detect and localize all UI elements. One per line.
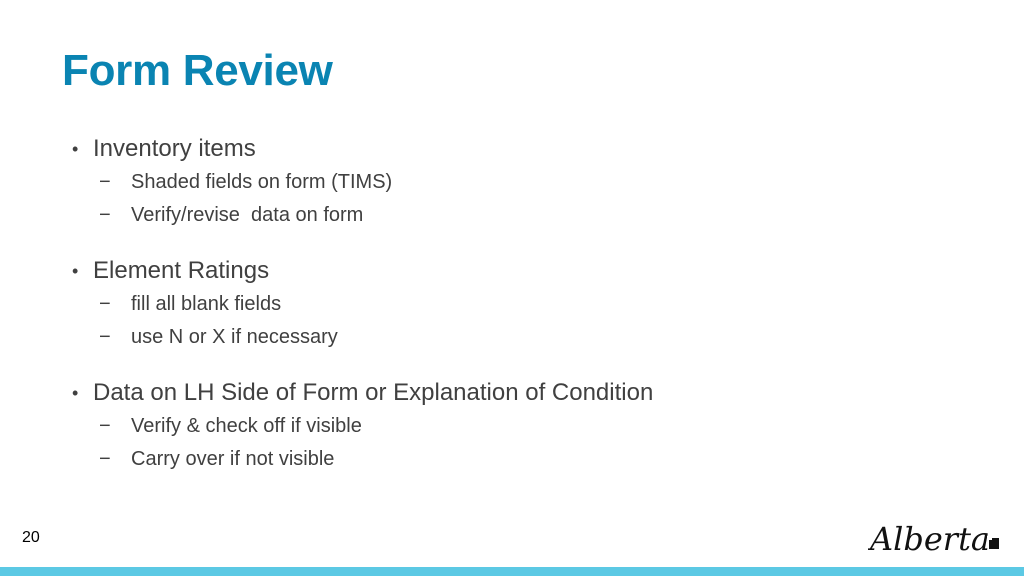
dash-icon: − xyxy=(99,293,111,315)
sub-bullet-text: Verify & check off if visible xyxy=(131,415,362,437)
sub-bullet-item: − Verify/revise data on form xyxy=(72,199,972,232)
slide-title: Form Review xyxy=(62,46,333,95)
sub-bullet-item: − Verify & check off if visible xyxy=(72,410,972,443)
bullet-item: • Inventory items xyxy=(72,132,972,166)
alberta-logo-text: Alberta xyxy=(868,520,990,558)
dash-icon: − xyxy=(99,171,111,193)
sub-bullet-text: Carry over if not visible xyxy=(131,448,335,470)
sub-bullet-text: fill all blank fields xyxy=(131,293,282,315)
sub-bullet-item: − use N or X if necessary xyxy=(72,321,972,354)
bullet-group: • Element Ratings − fill all blank field… xyxy=(72,254,972,354)
bullet-dot-icon: • xyxy=(72,139,79,159)
bullet-item: • Data on LH Side of Form or Explanation… xyxy=(72,376,972,410)
dash-icon: − xyxy=(99,415,111,437)
alberta-logo: Alberta xyxy=(868,520,999,558)
bullet-group: • Data on LH Side of Form or Explanation… xyxy=(72,376,972,476)
sub-bullet-item: − Shaded fields on form (TIMS) xyxy=(72,166,972,199)
sub-bullet-item: − Carry over if not visible xyxy=(72,443,972,476)
page-number: 20 xyxy=(22,529,40,546)
bullet-text: Inventory items xyxy=(93,135,256,162)
bullet-list: • Inventory items − Shaded fields on for… xyxy=(72,132,972,498)
sub-bullet-text: use N or X if necessary xyxy=(131,326,338,348)
bullet-group: • Inventory items − Shaded fields on for… xyxy=(72,132,972,232)
logo-mark-notch xyxy=(987,536,992,540)
sub-bullet-item: − fill all blank fields xyxy=(72,288,972,321)
bullet-text: Data on LH Side of Form or Explanation o… xyxy=(93,379,654,406)
dash-icon: − xyxy=(99,326,111,348)
sub-bullet-text: Verify/revise data on form xyxy=(131,204,364,226)
bullet-dot-icon: • xyxy=(72,383,79,403)
dash-icon: − xyxy=(99,448,111,470)
bullet-item: • Element Ratings xyxy=(72,254,972,288)
sub-bullet-text: Shaded fields on form (TIMS) xyxy=(131,171,393,193)
dash-icon: − xyxy=(99,204,111,226)
bullet-text: Element Ratings xyxy=(93,257,270,284)
bullet-dot-icon: • xyxy=(72,261,79,281)
bottom-accent-bar xyxy=(0,567,1024,576)
